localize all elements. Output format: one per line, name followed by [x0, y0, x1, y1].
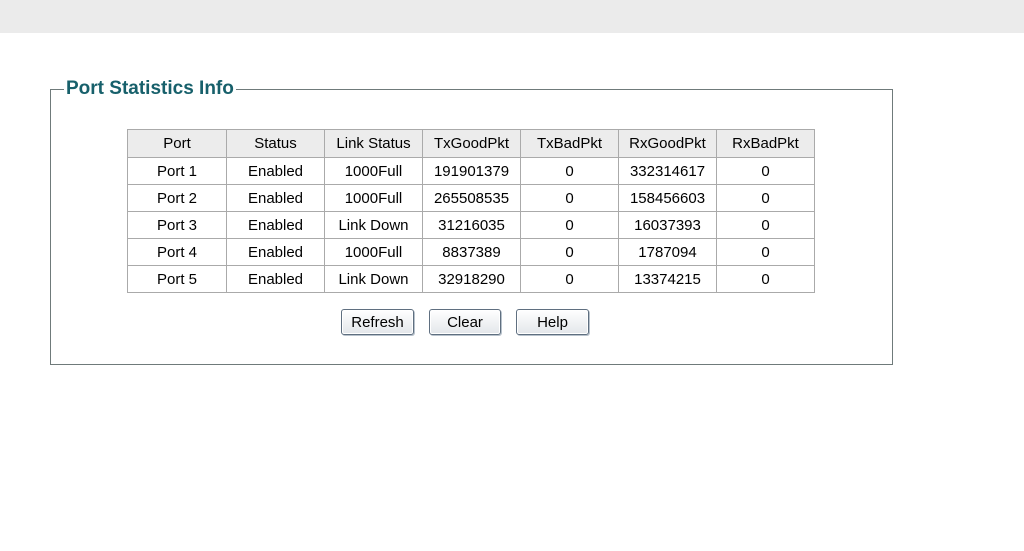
- table-header-row: Port Status Link Status TxGoodPkt TxBadP…: [127, 129, 815, 158]
- table-row: Port 4 Enabled 1000Full 8837389 0 178709…: [127, 238, 815, 266]
- cell-txbadpkt: 0: [520, 211, 619, 239]
- port-statistics-table: Port Status Link Status TxGoodPkt TxBadP…: [127, 129, 815, 293]
- table-row: Port 5 Enabled Link Down 32918290 0 1337…: [127, 265, 815, 293]
- cell-status: Enabled: [226, 157, 325, 185]
- cell-link-status: 1000Full: [324, 157, 423, 185]
- cell-rxbadpkt: 0: [716, 265, 815, 293]
- cell-txgoodpkt: 265508535: [422, 184, 521, 212]
- help-button[interactable]: Help: [516, 309, 589, 335]
- cell-status: Enabled: [226, 184, 325, 212]
- cell-txgoodpkt: 31216035: [422, 211, 521, 239]
- cell-txbadpkt: 0: [520, 238, 619, 266]
- cell-status: Enabled: [226, 211, 325, 239]
- cell-status: Enabled: [226, 265, 325, 293]
- table-row: Port 3 Enabled Link Down 31216035 0 1603…: [127, 211, 815, 239]
- column-header-rxbadpkt: RxBadPkt: [716, 129, 815, 158]
- column-header-status: Status: [226, 129, 325, 158]
- cell-port: Port 5: [127, 265, 227, 293]
- cell-status: Enabled: [226, 238, 325, 266]
- cell-port: Port 2: [127, 184, 227, 212]
- top-bar: [0, 0, 1024, 33]
- column-header-port: Port: [127, 129, 227, 158]
- cell-port: Port 1: [127, 157, 227, 185]
- column-header-rxgoodpkt: RxGoodPkt: [618, 129, 717, 158]
- column-header-link-status: Link Status: [324, 129, 423, 158]
- cell-txgoodpkt: 191901379: [422, 157, 521, 185]
- cell-txbadpkt: 0: [520, 157, 619, 185]
- cell-rxgoodpkt: 13374215: [618, 265, 717, 293]
- cell-txgoodpkt: 8837389: [422, 238, 521, 266]
- refresh-button[interactable]: Refresh: [341, 309, 414, 335]
- cell-link-status: 1000Full: [324, 184, 423, 212]
- cell-rxbadpkt: 0: [716, 238, 815, 266]
- clear-button[interactable]: Clear: [429, 309, 501, 335]
- section-title: Port Statistics Info: [64, 77, 236, 101]
- cell-txbadpkt: 0: [520, 184, 619, 212]
- cell-rxgoodpkt: 332314617: [618, 157, 717, 185]
- cell-rxbadpkt: 0: [716, 157, 815, 185]
- cell-link-status: Link Down: [324, 211, 423, 239]
- cell-rxgoodpkt: 16037393: [618, 211, 717, 239]
- column-header-txgoodpkt: TxGoodPkt: [422, 129, 521, 158]
- cell-txbadpkt: 0: [520, 265, 619, 293]
- cell-rxbadpkt: 0: [716, 184, 815, 212]
- cell-rxbadpkt: 0: [716, 211, 815, 239]
- cell-port: Port 3: [127, 211, 227, 239]
- cell-port: Port 4: [127, 238, 227, 266]
- table-row: Port 2 Enabled 1000Full 265508535 0 1584…: [127, 184, 815, 212]
- table-row: Port 1 Enabled 1000Full 191901379 0 3323…: [127, 157, 815, 185]
- cell-rxgoodpkt: 1787094: [618, 238, 717, 266]
- cell-link-status: Link Down: [324, 265, 423, 293]
- cell-link-status: 1000Full: [324, 238, 423, 266]
- cell-txgoodpkt: 32918290: [422, 265, 521, 293]
- cell-rxgoodpkt: 158456603: [618, 184, 717, 212]
- column-header-txbadpkt: TxBadPkt: [520, 129, 619, 158]
